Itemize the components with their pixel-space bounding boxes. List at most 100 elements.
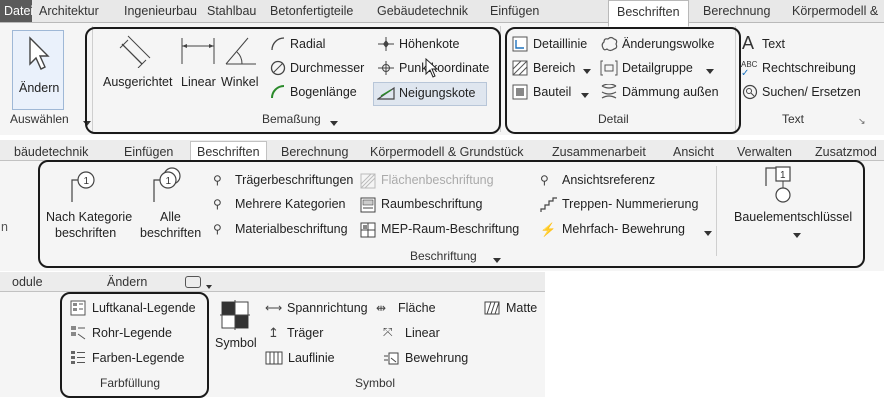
tab-datei[interactable]: Datei [0, 0, 33, 22]
linear-symbol-icon: ⤧ [383, 325, 393, 339]
tag-panel-label[interactable]: Beschriftung [410, 249, 477, 263]
text-icon: A [742, 33, 755, 53]
detail-panel-label: Detail [598, 112, 629, 126]
spot-elevation-button[interactable]: Höhenkote [399, 37, 459, 52]
insulation-button[interactable]: Dämmung außen [622, 85, 719, 100]
detail-group-dropdown-icon[interactable] [703, 64, 714, 78]
span-direction-button[interactable]: Spannrichtung [287, 301, 368, 316]
tab-beschriften[interactable]: Beschriften [608, 0, 689, 27]
text-button[interactable]: Text [762, 37, 785, 52]
detail-line-button[interactable]: Detaillinie [533, 37, 587, 52]
tab2-koerpermodell[interactable]: Körpermodell & Grundstück [370, 145, 524, 159]
aligned-dimension-icon [118, 34, 152, 71]
tab-berechnung[interactable]: Berechnung [703, 4, 770, 18]
region-dropdown-icon[interactable] [580, 64, 591, 78]
room-tag-icon [360, 197, 376, 216]
tab2-berechnung[interactable]: Berechnung [281, 145, 348, 159]
linear-symbol-button[interactable]: Linear [405, 326, 440, 341]
beam-tag-button[interactable]: Trägerbeschriftungen [235, 173, 353, 188]
tab-koerpermodell[interactable]: Körpermodell & [792, 4, 878, 18]
symbol-panel-label: Symbol [355, 376, 396, 390]
tab3-zusatzmodule[interactable]: odule [12, 275, 43, 289]
keynote-button[interactable]: Bauelementschlüssel [734, 210, 852, 225]
angular-dimension-icon [222, 34, 258, 71]
color-legend-button[interactable]: Farben-Legende [92, 351, 184, 366]
linear-dimension-button[interactable]: Linear [181, 75, 216, 90]
stair-path-button[interactable]: Lauflinie [288, 351, 335, 366]
modify-cursor-icon-fg [24, 34, 54, 77]
tab-stahlbau[interactable]: Stahlbau [207, 4, 256, 18]
diameter-dimension-icon [270, 60, 286, 79]
left-edge-text: n [1, 220, 8, 234]
multi-category-tag-button[interactable]: Mehrere Kategorien [235, 197, 345, 212]
room-tag-button[interactable]: Raumbeschriftung [381, 197, 482, 212]
tag-by-category-label-2[interactable]: beschriften [55, 226, 116, 241]
material-tag-button[interactable]: Materialbeschriftung [235, 222, 348, 237]
quick-access-dropdown[interactable] [185, 276, 201, 288]
tab2-zusammenarbeit[interactable]: Zusammenarbeit [552, 145, 646, 159]
spelling-button[interactable]: Rechtschreibung [762, 61, 856, 76]
radial-dimension-button[interactable]: Radial [290, 37, 325, 52]
view-reference-icon: ⚲ [540, 173, 549, 187]
tab2-gebaeudetechnik[interactable]: bäudetechnik [14, 145, 88, 159]
view-reference-button[interactable]: Ansichtsreferenz [562, 173, 655, 188]
tab-einfuegen[interactable]: Einfügen [490, 4, 539, 18]
find-replace-button[interactable]: Suchen/ Ersetzen [762, 85, 861, 100]
spelling-icon: ABC ✓ [741, 60, 758, 79]
area-symbol-button[interactable]: Fläche [398, 301, 436, 316]
tag-all-label-2[interactable]: beschriften [140, 226, 201, 241]
pipe-legend-button[interactable]: Rohr-Legende [92, 326, 172, 341]
tab2-einfuegen[interactable]: Einfügen [124, 145, 173, 159]
find-replace-icon [742, 84, 758, 103]
symbol-button[interactable]: Symbol [215, 336, 257, 351]
tab2-verwalten[interactable]: Verwalten [737, 145, 792, 159]
revision-cloud-button[interactable]: Änderungswolke [622, 37, 714, 52]
aligned-dimension-button[interactable]: Ausgerichtet [103, 75, 172, 90]
space-tag-button[interactable]: MEP-Raum-Beschriftung [381, 222, 519, 237]
component-icon [512, 84, 528, 103]
beam-symbol-button[interactable]: Träger [287, 326, 323, 341]
spot-coordinate-button[interactable]: Punktkoordinate [399, 61, 489, 76]
detail-group-button[interactable]: Detailgruppe [622, 61, 693, 76]
dialog-launcher-icon[interactable]: ↘ [858, 116, 866, 127]
matte-button[interactable]: Matte [506, 301, 537, 316]
tag-all-label-1[interactable]: Alle [160, 210, 181, 225]
stair-path-icon [265, 351, 283, 368]
diameter-dimension-button[interactable]: Durchmesser [290, 61, 364, 76]
stair-numbering-icon [540, 197, 558, 216]
linear-dimension-icon [180, 36, 216, 69]
tab-architektur[interactable]: Architektur [39, 4, 99, 18]
tab2-ansicht[interactable]: Ansicht [673, 145, 714, 159]
spot-slope-label: Neigungskote [399, 86, 476, 100]
arc-length-icon [270, 84, 286, 103]
tab2-beschriften[interactable]: Beschriften [190, 141, 267, 162]
dimension-dropdown-icon[interactable] [327, 116, 338, 130]
dimension-panel-label[interactable]: Bemaßung [262, 112, 321, 126]
keynote-dropdown-icon[interactable] [790, 228, 801, 242]
tab-ingenieurbau[interactable]: Ingenieurbau [124, 4, 197, 18]
tag-by-category-icon: 1 [68, 168, 98, 207]
tab-gebaeudetechnik[interactable]: Gebäudetechnik [377, 4, 468, 18]
component-button[interactable]: Bauteil [533, 85, 571, 100]
rebar-symbol-button[interactable]: Bewehrung [405, 351, 468, 366]
multi-rebar-button[interactable]: Mehrfach- Bewehrung [562, 222, 685, 237]
tag-dropdown-icon[interactable] [490, 253, 501, 267]
detail-group-icon [600, 60, 618, 79]
tab3-aendern[interactable]: Ändern [107, 275, 147, 289]
quick-access-arrow-icon[interactable] [203, 279, 212, 293]
material-tag-icon: ⚲ [213, 222, 222, 236]
tag-by-category-label-1[interactable]: Nach Kategorie [46, 210, 132, 225]
tab2-zusatzmodule[interactable]: Zusatzmod [815, 145, 877, 159]
region-button[interactable]: Bereich [533, 61, 575, 76]
angular-dimension-button[interactable]: Winkel [221, 75, 259, 90]
tab-betonfertigteile[interactable]: Betonfertigteile [270, 4, 353, 18]
select-panel-label[interactable]: Auswählen [10, 112, 69, 126]
duct-legend-button[interactable]: Luftkanal-Legende [92, 301, 196, 316]
stair-numbering-button[interactable]: Treppen- Nummerierung [562, 197, 698, 212]
multi-rebar-dropdown-icon[interactable] [701, 226, 712, 240]
beam-tag-icon: ⚲ [213, 173, 222, 187]
select-dropdown-icon[interactable] [80, 116, 91, 130]
component-dropdown-icon[interactable] [578, 88, 589, 102]
matte-icon [484, 301, 500, 318]
arc-length-button[interactable]: Bogenlänge [290, 85, 357, 100]
